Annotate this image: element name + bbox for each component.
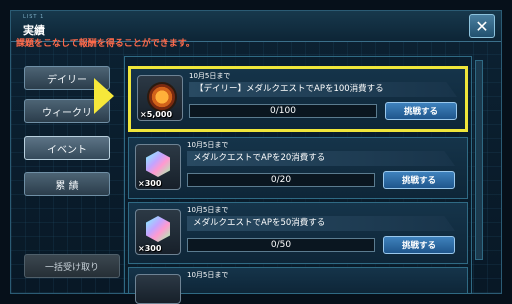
tab-cumulative[interactable]: 累 績 — [24, 172, 110, 196]
deadline-text: 10月5日まで — [187, 206, 229, 214]
list-scrollbar[interactable] — [475, 60, 483, 260]
task-description: メダルクエストでAPを50消費する — [187, 216, 455, 231]
pointer-arrow-icon — [94, 78, 114, 114]
window-subtitle: LIST 1 — [23, 14, 45, 20]
gem-icon — [146, 151, 170, 177]
achievement-item: ×300 10月5日まで メダルクエストでAPを20消費する 0/20 挑戦する — [128, 137, 468, 199]
progress-text: 0/50 — [270, 240, 292, 250]
challenge-button[interactable]: 挑戦する — [383, 171, 455, 189]
reward-icon-box: ×5,000 — [137, 75, 183, 121]
reward-quantity: ×300 — [138, 244, 162, 253]
progress-text: 0/100 — [270, 106, 296, 116]
progress-bar: 0/100 — [189, 104, 377, 118]
reward-icon-box: ×300 — [135, 144, 181, 190]
progress-bar: 0/20 — [187, 173, 375, 187]
close-button[interactable]: ✕ — [469, 14, 495, 38]
reward-quantity: ×300 — [138, 179, 162, 188]
task-description: 【デイリー】メダルクエストでAPを100消費する — [189, 82, 457, 97]
bulk-receive-button[interactable]: 一括受け取り — [24, 254, 120, 278]
task-description: メダルクエストでAPを20消費する — [187, 151, 455, 166]
instruction-text: 課題をこなして報酬を得ることができます。 — [16, 39, 195, 49]
achievement-item: 10月5日まで — [128, 267, 468, 304]
deadline-text: 10月5日まで — [189, 72, 231, 80]
progress-bar: 0/50 — [187, 238, 375, 252]
achievement-item: ×5,000 10月5日まで 【デイリー】メダルクエストでAPを100消費する … — [128, 66, 468, 132]
challenge-button[interactable]: 挑戦する — [383, 236, 455, 254]
challenge-button[interactable]: 挑戦する — [385, 102, 457, 120]
reward-icon-box: ×300 — [135, 209, 181, 255]
close-x-icon: ✕ — [475, 16, 489, 36]
progress-text: 0/20 — [270, 175, 292, 185]
deadline-text: 10月5日まで — [187, 141, 229, 149]
gem-icon — [146, 216, 170, 242]
reward-quantity: ×5,000 — [140, 110, 173, 119]
achievement-item: ×300 10月5日まで メダルクエストでAPを50消費する 0/50 挑戦する — [128, 202, 468, 264]
deadline-text: 10月5日まで — [187, 271, 229, 279]
medal-icon — [147, 82, 177, 112]
tab-event[interactable]: イベント — [24, 136, 110, 160]
reward-icon-box — [135, 274, 181, 304]
